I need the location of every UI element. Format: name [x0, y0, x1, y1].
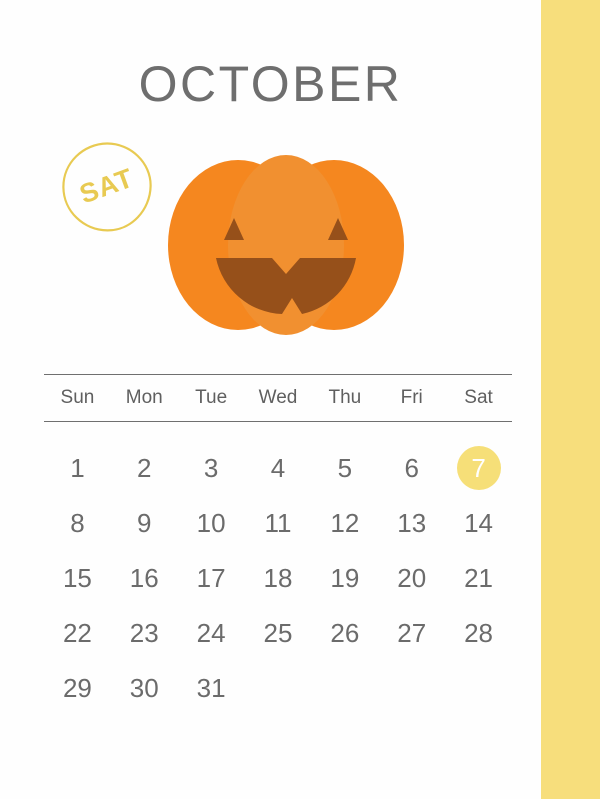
day-number: 2	[137, 453, 152, 484]
day-cell-16[interactable]: 16	[111, 551, 178, 606]
calendar-page: OCTOBER SAT Sun Mon Tue Wed Thu Fri Sat …	[0, 0, 600, 799]
jack-o-lantern-icon	[166, 150, 406, 340]
weekday-header-thu: Thu	[328, 387, 362, 408]
day-cell-23[interactable]: 23	[111, 606, 178, 661]
accent-stripe	[541, 0, 600, 799]
day-cell-24[interactable]: 24	[178, 606, 245, 661]
day-cell-25[interactable]: 25	[245, 606, 312, 661]
page-title: OCTOBER	[138, 56, 403, 112]
day-number: 21	[464, 563, 494, 594]
day-cell-26[interactable]: 26	[311, 606, 378, 661]
day-number: 19	[330, 563, 360, 594]
day-number: 26	[330, 618, 360, 649]
day-cell-1[interactable]: 1	[44, 441, 111, 496]
day-cell-19[interactable]: 19	[311, 551, 378, 606]
day-cell-15[interactable]: 15	[44, 551, 111, 606]
day-cell-27[interactable]: 27	[378, 606, 445, 661]
day-number: 28	[464, 618, 494, 649]
day-number: 8	[70, 508, 85, 539]
day-cell-10[interactable]: 10	[178, 496, 245, 551]
day-number: 15	[62, 563, 92, 594]
day-number: 24	[196, 618, 226, 649]
day-number: 10	[196, 508, 226, 539]
day-cell-7[interactable]: 7	[445, 441, 512, 496]
day-number: 22	[62, 618, 92, 649]
day-number: 12	[330, 508, 360, 539]
day-number: 25	[263, 618, 293, 649]
calendar-grid: Sun Mon Tue Wed Thu Fri Sat 1 2 3 4 5 6 7 8 9 10 1…	[44, 374, 512, 716]
day-cell-4[interactable]: 4	[245, 441, 312, 496]
day-number: 13	[397, 508, 427, 539]
sat-stamp-text: SAT	[76, 163, 138, 210]
day-number: 31	[196, 673, 226, 704]
day-cell-22[interactable]: 22	[44, 606, 111, 661]
day-cell-31[interactable]: 31	[178, 661, 245, 716]
day-cell-20[interactable]: 20	[378, 551, 445, 606]
day-cell-9[interactable]: 9	[111, 496, 178, 551]
day-cell-12[interactable]: 12	[311, 496, 378, 551]
day-cell-5[interactable]: 5	[311, 441, 378, 496]
day-cell-29[interactable]: 29	[44, 661, 111, 716]
day-cell-18[interactable]: 18	[245, 551, 312, 606]
weekday-header-mon: Mon	[125, 387, 163, 408]
day-cell-3[interactable]: 3	[178, 441, 245, 496]
pumpkin-center-lobe	[228, 155, 344, 335]
day-number: 17	[196, 563, 226, 594]
day-cell-8[interactable]: 8	[44, 496, 111, 551]
day-number: 14	[464, 508, 494, 539]
day-number: 18	[263, 563, 293, 594]
weekday-header-fri: Fri	[400, 387, 423, 408]
days-grid: 1 2 3 4 5 6 7 8 9 10 11 12 13 14 15 16 17 18 19 20 21 22 23 24 2…	[44, 422, 512, 716]
weekday-header-wed: Wed	[258, 387, 298, 408]
day-number: 30	[129, 673, 159, 704]
day-cell-13[interactable]: 13	[378, 496, 445, 551]
svg-text:SAT: SAT	[76, 163, 138, 210]
day-number: 11	[264, 508, 292, 539]
day-number: 1	[70, 453, 85, 484]
weekday-header-row: Sun Mon Tue Wed Thu Fri Sat	[44, 375, 512, 421]
day-cell-21[interactable]: 21	[445, 551, 512, 606]
day-cell-2[interactable]: 2	[111, 441, 178, 496]
day-number: 5	[337, 453, 353, 484]
weekday-header-sun: Sun	[60, 387, 95, 408]
day-number: 16	[129, 563, 159, 594]
day-cell-17[interactable]: 17	[178, 551, 245, 606]
day-number: 9	[137, 508, 152, 539]
day-number: 27	[397, 618, 427, 649]
day-number: 23	[129, 618, 159, 649]
day-number: 20	[397, 563, 427, 594]
day-cell-28[interactable]: 28	[445, 606, 512, 661]
day-number: 6	[404, 453, 419, 484]
day-cell-11[interactable]: 11	[245, 496, 312, 551]
day-cell-14[interactable]: 14	[445, 496, 512, 551]
sat-stamp-badge: SAT	[60, 140, 154, 234]
day-number: 4	[270, 453, 286, 484]
day-number: 29	[62, 673, 92, 704]
weekday-header-sat: Sat	[464, 387, 493, 408]
day-cell-6[interactable]: 6	[378, 441, 445, 496]
day-cell-30[interactable]: 30	[111, 661, 178, 716]
weekday-header-tue: Tue	[195, 387, 228, 408]
day-number: 3	[203, 453, 219, 484]
day-number: 7	[456, 446, 501, 491]
